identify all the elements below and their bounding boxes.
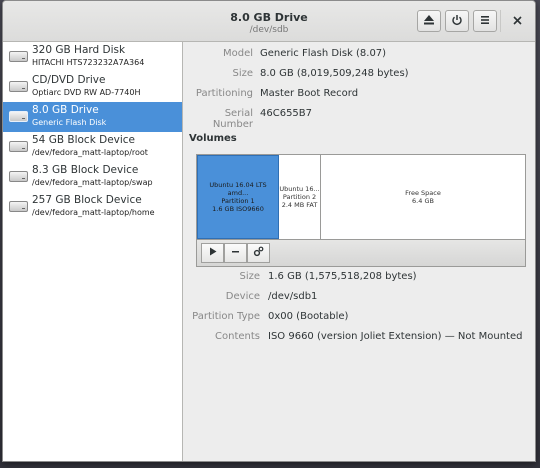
partition-line1: Free Space	[405, 189, 441, 197]
contents-label: Contents	[215, 331, 260, 342]
optical-drive-icon	[9, 81, 28, 92]
device-value: /dev/sdb1	[268, 291, 318, 302]
drive-details-panel: Model Generic Flash Disk (8.07) Size 8.0…	[183, 42, 535, 461]
serial-value: 46C655B7	[260, 108, 313, 119]
block-device-icon	[9, 171, 28, 182]
drive-name: 8.0 GB Drive	[32, 104, 99, 116]
drive-name: CD/DVD Drive	[32, 74, 106, 86]
volume-toolbar	[196, 239, 526, 267]
close-icon	[512, 14, 522, 29]
drive-item[interactable]: 320 GB Hard Disk HITACHI HTS723232A7A364	[3, 42, 182, 72]
partition-line2: Partition 2	[282, 193, 317, 201]
partition-line2: Partition 1	[221, 197, 255, 205]
volumes-heading: Volumes	[189, 133, 237, 144]
partition-block-selected[interactable]: Ubuntu 16.04 LTS amd... Partition 1 1.6 …	[197, 155, 279, 239]
eject-button[interactable]	[417, 10, 441, 32]
minus-icon	[231, 247, 240, 259]
partition-block[interactable]: Ubuntu 16... Partition 2 2.4 MB FAT	[279, 155, 321, 239]
drive-size-label: Size	[232, 68, 253, 79]
drive-item[interactable]: 8.3 GB Block Device /dev/fedora_matt-lap…	[3, 162, 182, 192]
partition-line2: 6.4 GB	[412, 197, 434, 205]
volume-size-row: Size 1.6 GB (1,575,518,208 bytes)	[183, 271, 535, 285]
partition-line1: Ubuntu 16...	[279, 185, 320, 193]
drive-subtitle: /dev/fedora_matt-laptop/swap	[32, 178, 153, 187]
model-row: Model Generic Flash Disk (8.07)	[183, 48, 535, 62]
drive-subtitle: HITACHI HTS723232A7A364	[32, 58, 145, 67]
drive-subtitle: Optiarc DVD RW AD-7740H	[32, 88, 141, 97]
block-device-icon	[9, 141, 28, 152]
volume-size-value: 1.6 GB (1,575,518,208 bytes)	[268, 271, 417, 282]
header-separator	[500, 10, 501, 32]
free-space-block[interactable]: Free Space 6.4 GB	[321, 155, 525, 239]
drive-item[interactable]: 257 GB Block Device /dev/fedora_matt-lap…	[3, 192, 182, 222]
partition-line1: Ubuntu 16.04 LTS amd...	[209, 181, 267, 197]
drive-size-value: 8.0 GB (8,019,509,248 bytes)	[260, 68, 409, 79]
drive-subtitle: /dev/fedora_matt-laptop/root	[32, 148, 148, 157]
serial-row: Serial Number 46C655B7	[183, 108, 535, 130]
partitioning-value: Master Boot Record	[260, 88, 359, 99]
volume-map: Ubuntu 16.04 LTS amd... Partition 1 1.6 …	[196, 154, 526, 240]
partitioning-label: Partitioning	[195, 88, 253, 99]
device-row: Device /dev/sdb1	[183, 291, 535, 305]
drive-name: 320 GB Hard Disk	[32, 44, 126, 56]
contents-row: Contents ISO 9660 (version Joliet Extens…	[183, 331, 535, 345]
menu-icon	[480, 15, 490, 28]
model-label: Model	[222, 48, 253, 59]
contents-value: ISO 9660 (version Joliet Extension) — No…	[268, 331, 523, 342]
partitioning-row: Partitioning Master Boot Record	[183, 88, 535, 102]
delete-partition-button[interactable]	[224, 243, 247, 263]
power-icon	[451, 14, 463, 29]
model-value: Generic Flash Disk (8.07)	[260, 48, 387, 59]
drive-name: 257 GB Block Device	[32, 194, 142, 206]
drive-name: 54 GB Block Device	[32, 134, 136, 146]
volume-size-label: Size	[239, 271, 260, 282]
power-off-button[interactable]	[445, 10, 469, 32]
drive-menu-button[interactable]	[473, 10, 497, 32]
drive-name: 8.3 GB Block Device	[32, 164, 139, 176]
header-bar: 8.0 GB Drive /dev/sdb	[3, 1, 535, 42]
disks-window: 8.0 GB Drive /dev/sdb 320 GB Hard Disk H…	[2, 0, 536, 462]
gears-icon	[253, 246, 264, 260]
drive-subtitle: /dev/fedora_matt-laptop/home	[32, 208, 155, 217]
drive-subtitle: Generic Flash Disk	[32, 118, 107, 127]
partition-settings-button[interactable]	[247, 243, 270, 263]
drive-item-selected[interactable]: 8.0 GB Drive Generic Flash Disk	[3, 102, 182, 132]
partition-type-label: Partition Type	[192, 311, 260, 322]
device-label: Device	[225, 291, 260, 302]
flash-drive-icon	[9, 111, 28, 122]
eject-icon	[423, 14, 435, 28]
block-device-icon	[9, 201, 28, 212]
partition-type-value: 0x00 (Bootable)	[268, 311, 349, 322]
drive-list-sidebar: 320 GB Hard Disk HITACHI HTS723232A7A364…	[3, 42, 183, 461]
drive-item[interactable]: 54 GB Block Device /dev/fedora_matt-lapt…	[3, 132, 182, 162]
drive-size-row: Size 8.0 GB (8,019,509,248 bytes)	[183, 68, 535, 82]
close-button[interactable]	[508, 12, 526, 30]
partition-line3: 1.6 GB ISO9660	[212, 205, 264, 213]
mount-button[interactable]	[201, 243, 224, 263]
partition-line3: 2.4 MB FAT	[281, 201, 318, 209]
serial-label: Serial Number	[212, 108, 253, 130]
drive-item[interactable]: CD/DVD Drive Optiarc DVD RW AD-7740H	[3, 72, 182, 102]
partition-type-row: Partition Type 0x00 (Bootable)	[183, 311, 535, 325]
play-icon	[209, 247, 217, 259]
hard-disk-icon	[9, 51, 28, 62]
